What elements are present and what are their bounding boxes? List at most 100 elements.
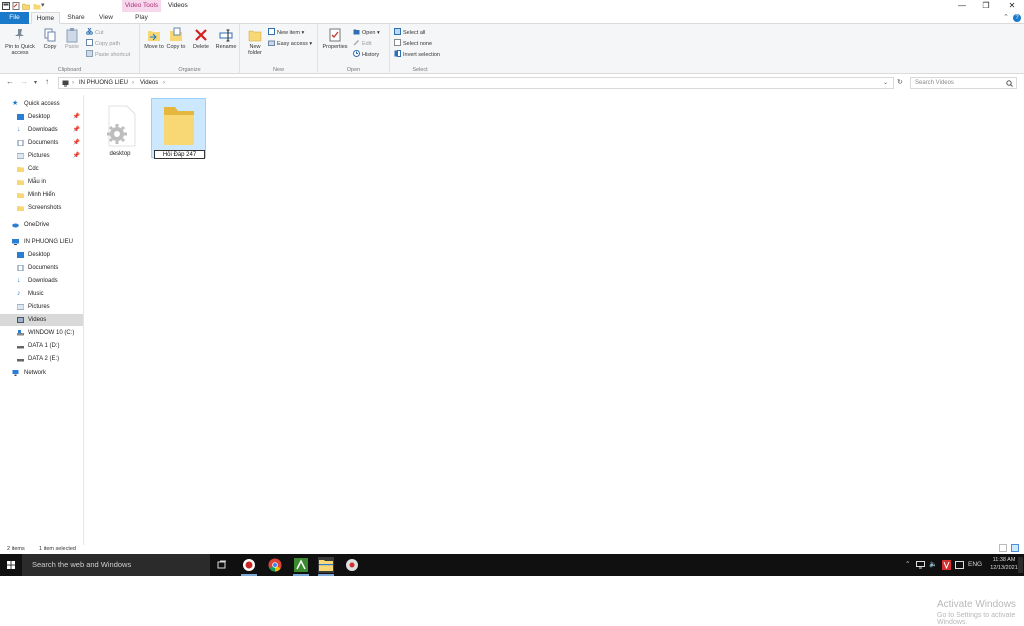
antivirus-tray-icon[interactable] <box>942 560 951 570</box>
nav-quick-desktop[interactable]: Desktop 📌 <box>0 111 83 123</box>
nav-quick-documents[interactable]: Documents 📌 <box>0 137 83 149</box>
nav-pc-pictures[interactable]: Pictures <box>0 301 83 313</box>
nav-quick-downloads[interactable]: ↓ Downloads 📌 <box>0 124 83 136</box>
tab-file[interactable]: File <box>0 12 29 24</box>
up-arrow-icon[interactable]: ↑ <box>45 77 49 86</box>
nav-drive-d[interactable]: DATA 1 (D:) <box>0 340 83 352</box>
copy-to-button[interactable]: Copy to <box>166 27 186 50</box>
network-tray-icon[interactable] <box>916 561 925 569</box>
select-none-button[interactable]: Select none <box>394 39 432 49</box>
nav-quick-pictures[interactable]: Pictures 📌 <box>0 150 83 162</box>
scissors-icon <box>86 28 93 35</box>
tab-share[interactable]: Share <box>62 12 90 24</box>
nav-label: Music <box>28 291 44 297</box>
details-view-button[interactable] <box>999 544 1007 552</box>
large-icons-view-button[interactable] <box>1011 544 1019 552</box>
volume-icon[interactable]: 🔈 <box>929 554 937 576</box>
tab-view[interactable]: View <box>92 12 120 24</box>
nav-onedrive[interactable]: OneDrive <box>0 219 83 231</box>
notification-icon[interactable] <box>1018 557 1023 573</box>
nav-label: Desktop <box>28 114 51 120</box>
folder-item[interactable]: Hỏi Đáp 247 <box>151 98 206 159</box>
cut-button[interactable]: Cut <box>86 28 104 38</box>
nav-pc-downloads[interactable]: ↓ Downloads <box>0 275 83 287</box>
select-all-button[interactable]: Select all <box>394 28 425 38</box>
nav-quick-cdc[interactable]: Cdc <box>0 163 83 175</box>
help-icon[interactable]: ? <box>1013 14 1021 22</box>
nav-label: OneDrive <box>24 222 50 228</box>
edit-button[interactable]: Edit <box>353 39 371 49</box>
taskbar-search-input[interactable]: Search the web and Windows <box>22 554 210 576</box>
new-item-button[interactable]: New item ▾ <box>268 28 304 38</box>
nav-drive-c[interactable]: WINDOW 10 (C:) <box>0 327 83 339</box>
nav-pc-music[interactable]: ♪ Music <box>0 288 83 300</box>
tab-home[interactable]: Home <box>31 12 60 24</box>
status-bar: 2 items 1 item selected <box>0 544 1024 554</box>
paste-icon <box>66 28 78 43</box>
taskbar-app-remote[interactable] <box>344 557 360 573</box>
properties-qat-icon[interactable] <box>12 2 20 10</box>
breadcrumb-videos[interactable]: Videos <box>140 78 158 89</box>
back-arrow-icon[interactable]: ← <box>6 77 14 86</box>
rename-input[interactable]: Hỏi Đáp 247 <box>154 150 205 159</box>
maximize-button[interactable]: ❐ <box>976 0 996 12</box>
move-to-button[interactable]: Move to <box>144 27 164 50</box>
nav-this-pc[interactable]: IN PHUONG LIEU <box>0 236 83 248</box>
easy-access-button[interactable]: Easy access ▾ <box>268 39 312 49</box>
breadcrumb-this-pc[interactable]: IN PHUONG LIEU <box>79 78 128 89</box>
ribbon: Pin to Quick access Copy Paste Cut Copy … <box>0 24 1024 74</box>
new-folder-qat-icon[interactable] <box>22 2 30 10</box>
language-indicator[interactable]: ENG <box>968 554 982 576</box>
tray-overflow-icon[interactable]: ⌃ <box>905 554 910 576</box>
address-dropdown-icon[interactable]: ⌄ <box>883 78 888 89</box>
system-clock[interactable]: 11:38 AM 12/13/2021 <box>986 556 1022 572</box>
refresh-icon[interactable]: ↻ <box>897 78 903 86</box>
breadcrumb-separator: › <box>72 80 74 86</box>
nav-quick-mau-in[interactable]: Mẫu in <box>0 176 83 188</box>
nav-pc-documents[interactable]: Documents <box>0 262 83 274</box>
taskbar-app-chrome[interactable] <box>267 557 283 573</box>
move-to-icon <box>148 31 160 41</box>
copy-button[interactable]: Copy <box>40 27 60 50</box>
nav-label: Mẫu in <box>28 179 47 185</box>
nav-pc-desktop[interactable]: Desktop <box>0 249 83 261</box>
nav-drive-e[interactable]: DATA 2 (E:) <box>0 353 83 365</box>
nav-quick-minh-hien[interactable]: Minh Hiển <box>0 189 83 201</box>
paste-shortcut-button[interactable]: Paste shortcut <box>86 50 130 60</box>
delete-button[interactable]: Delete <box>190 27 212 50</box>
new-folder-button[interactable]: New folder <box>244 27 266 56</box>
nav-pc-videos[interactable]: Videos <box>0 314 83 326</box>
windows-logo-icon <box>7 561 15 569</box>
open-button[interactable]: Open ▾ <box>353 28 380 38</box>
task-view-button[interactable] <box>214 557 230 573</box>
collapse-ribbon-icon[interactable]: ⌃ <box>1003 13 1009 21</box>
tab-play[interactable]: Play <box>122 12 161 24</box>
forward-arrow-icon[interactable]: → <box>20 77 28 86</box>
qat-dropdown-icon[interactable]: ▾ <box>41 1 45 9</box>
taskbar-app-corel[interactable] <box>293 557 309 576</box>
rename-icon <box>219 29 233 42</box>
nav-network[interactable]: Network <box>0 367 83 379</box>
item-count: 2 items <box>7 546 25 552</box>
paste-button[interactable]: Paste <box>62 27 82 50</box>
folder-icon <box>164 107 194 145</box>
taskbar-app-cleaner[interactable] <box>241 557 257 576</box>
keyboard-tray-icon[interactable] <box>955 561 964 569</box>
start-button[interactable] <box>0 554 22 576</box>
minimize-button[interactable]: — <box>952 0 972 12</box>
properties-button[interactable]: Properties <box>320 27 350 50</box>
file-item[interactable]: desktop <box>95 100 145 160</box>
search-input[interactable]: Search Videos <box>910 77 1017 89</box>
taskbar-app-file-explorer[interactable] <box>318 557 334 576</box>
invert-selection-button[interactable]: Invert selection <box>394 50 440 60</box>
nav-quick-screenshots[interactable]: Screenshots <box>0 202 83 214</box>
address-bar[interactable]: › IN PHUONG LIEU › Videos › ⌄ <box>58 77 894 89</box>
nav-quick-access[interactable]: ★ Quick access <box>0 98 83 110</box>
close-button[interactable]: ✕ <box>1002 0 1022 12</box>
pin-to-quick-access-button[interactable]: Pin to Quick access <box>2 27 38 56</box>
history-button[interactable]: History <box>353 50 379 60</box>
rename-button[interactable]: Rename <box>214 27 238 50</box>
copy-path-button[interactable]: Copy path <box>86 39 120 49</box>
recent-locations-icon[interactable]: ▾ <box>34 79 37 86</box>
nav-label: IN PHUONG LIEU <box>24 239 74 245</box>
